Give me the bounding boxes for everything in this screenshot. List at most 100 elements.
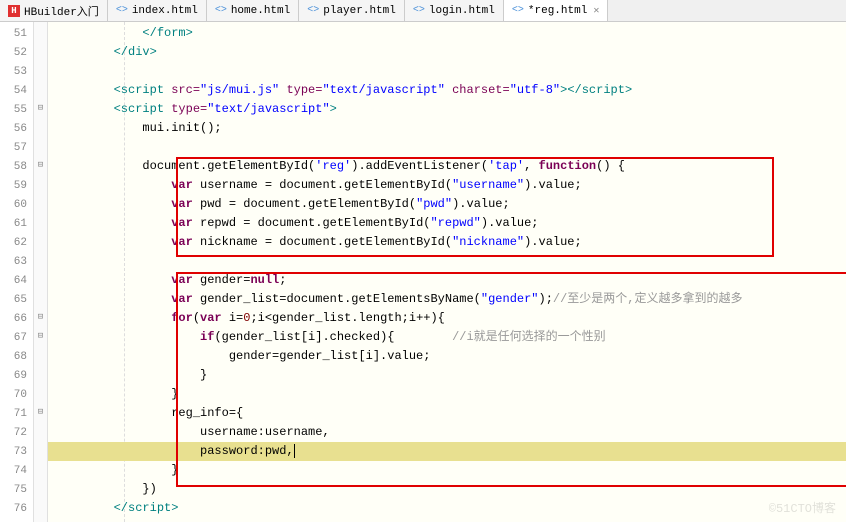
fold-marker	[34, 174, 47, 193]
line-number: 59	[0, 176, 33, 195]
fold-marker	[34, 364, 47, 383]
fold-marker	[34, 212, 47, 231]
fold-marker	[34, 22, 47, 41]
line-number: 71	[0, 404, 33, 423]
code-line: }	[48, 385, 846, 404]
line-number: 69	[0, 366, 33, 385]
code-line: reg_info={	[48, 404, 846, 423]
tab-label: home.html	[231, 5, 290, 17]
fold-marker	[34, 193, 47, 212]
code-line: var pwd = document.getElementById("pwd")…	[48, 195, 846, 214]
code-area[interactable]: </form> </div> <script src="js/mui.js" t…	[48, 22, 846, 522]
watermark: ©51CTO博客	[769, 499, 836, 516]
line-number: 72	[0, 423, 33, 442]
fold-marker	[34, 250, 47, 269]
fold-marker	[34, 459, 47, 478]
code-line: })	[48, 480, 846, 499]
line-number: 63	[0, 252, 33, 271]
html-icon: <>	[413, 5, 425, 17]
fold-marker	[34, 231, 47, 250]
fold-marker[interactable]: ⊟	[34, 98, 47, 117]
fold-marker	[34, 345, 47, 364]
tab-label: HBuilder入门	[24, 3, 99, 19]
fold-marker[interactable]: ⊟	[34, 402, 47, 421]
code-line: username:username,	[48, 423, 846, 442]
fold-marker	[34, 79, 47, 98]
line-number: 67	[0, 328, 33, 347]
code-line: document.getElementById('reg').addEventL…	[48, 157, 846, 176]
hbuilder-icon: H	[8, 5, 20, 17]
code-line: </div>	[48, 43, 846, 62]
line-number: 62	[0, 233, 33, 252]
tab-home-html[interactable]: <> home.html	[207, 0, 299, 21]
tab-label: player.html	[323, 5, 396, 17]
code-line: mui.init();	[48, 119, 846, 138]
fold-marker[interactable]: ⊟	[34, 307, 47, 326]
line-number: 60	[0, 195, 33, 214]
tab-label: *reg.html	[528, 5, 587, 17]
line-number: 74	[0, 461, 33, 480]
code-line: var username = document.getElementById("…	[48, 176, 846, 195]
line-number-gutter: 5152535455565758596061626364656667686970…	[0, 22, 34, 522]
code-line: </script>	[48, 499, 846, 518]
tab-login-html[interactable]: <> login.html	[405, 0, 504, 21]
code-editor[interactable]: 5152535455565758596061626364656667686970…	[0, 22, 846, 522]
fold-marker[interactable]: ⊟	[34, 326, 47, 345]
code-line: }	[48, 461, 846, 480]
fold-marker	[34, 269, 47, 288]
code-line: gender=gender_list[i].value;	[48, 347, 846, 366]
code-line: <script src="js/mui.js" type="text/javas…	[48, 81, 846, 100]
code-line: var repwd = document.getElementById("rep…	[48, 214, 846, 233]
fold-marker	[34, 421, 47, 440]
fold-marker	[34, 478, 47, 497]
fold-marker	[34, 117, 47, 136]
fold-marker[interactable]: ⊟	[34, 155, 47, 174]
code-line: for(var i=0;i<gender_list.length;i++){	[48, 309, 846, 328]
code-line	[48, 138, 846, 157]
fold-marker	[34, 41, 47, 60]
code-line-current: password:pwd,	[48, 442, 846, 461]
line-number: 51	[0, 24, 33, 43]
code-line: var gender_list=document.getElementsByNa…	[48, 290, 846, 309]
line-number: 54	[0, 81, 33, 100]
tab-bar: H HBuilder入门 <> index.html <> home.html …	[0, 0, 846, 22]
fold-marker	[34, 60, 47, 79]
tab-hbuilder-intro[interactable]: H HBuilder入门	[0, 0, 108, 21]
code-line: }	[48, 366, 846, 385]
close-icon[interactable]: ✕	[593, 5, 599, 17]
tab-reg-html[interactable]: <> *reg.html ✕	[504, 0, 608, 21]
html-icon: <>	[307, 5, 319, 17]
fold-marker	[34, 383, 47, 402]
tab-label: login.html	[429, 5, 495, 17]
text-cursor	[294, 444, 295, 458]
code-line: if(gender_list[i].checked){ //i就是任何选择的一个…	[48, 328, 846, 347]
line-number: 65	[0, 290, 33, 309]
line-number: 76	[0, 499, 33, 518]
line-number: 56	[0, 119, 33, 138]
tab-label: index.html	[132, 5, 198, 17]
fold-marker	[34, 288, 47, 307]
line-number: 66	[0, 309, 33, 328]
line-number: 53	[0, 62, 33, 81]
fold-marker	[34, 497, 47, 516]
html-icon: <>	[512, 5, 524, 17]
line-number: 55	[0, 100, 33, 119]
line-number: 58	[0, 157, 33, 176]
line-number: 52	[0, 43, 33, 62]
fold-marker	[34, 440, 47, 459]
code-line: </form>	[48, 24, 846, 43]
line-number: 57	[0, 138, 33, 157]
code-line: var nickname = document.getElementById("…	[48, 233, 846, 252]
html-icon: <>	[215, 5, 227, 17]
code-line: var gender=null;	[48, 271, 846, 290]
code-line: <script type="text/javascript">	[48, 100, 846, 119]
line-number: 61	[0, 214, 33, 233]
fold-gutter: ⊟⊟⊟⊟⊟	[34, 22, 48, 522]
code-line	[48, 62, 846, 81]
tab-index-html[interactable]: <> index.html	[108, 0, 207, 21]
line-number: 73	[0, 442, 33, 461]
tab-player-html[interactable]: <> player.html	[299, 0, 405, 21]
code-line	[48, 252, 846, 271]
line-number: 68	[0, 347, 33, 366]
html-icon: <>	[116, 5, 128, 17]
